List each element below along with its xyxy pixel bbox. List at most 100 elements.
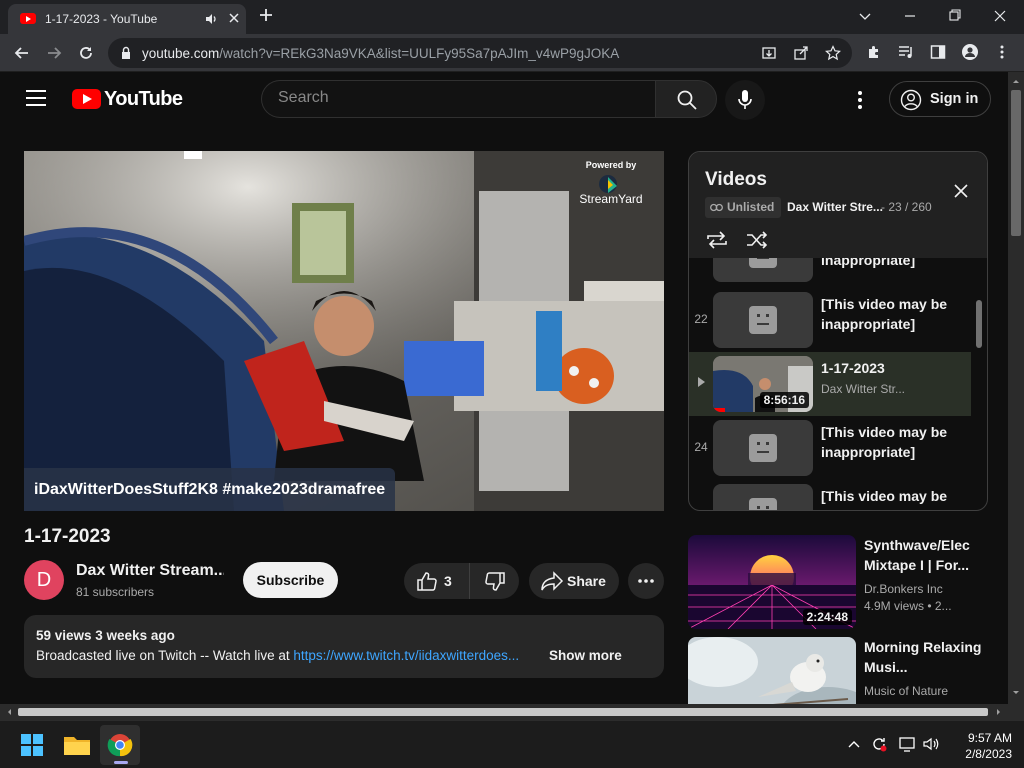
- side-panel-icon[interactable]: [930, 44, 946, 60]
- playlist-item[interactable]: 24 [This video may be inappropriate]: [689, 416, 971, 480]
- horizontal-scroll-thumb[interactable]: [18, 708, 988, 716]
- browser-tab[interactable]: 1-17-2023 - YouTube: [8, 4, 246, 34]
- playlist-item[interactable]: 21 inappropriate]: [689, 258, 971, 286]
- hamburger-menu-icon[interactable]: [26, 90, 46, 106]
- playlist-item-thumbnail: 8:56:16: [713, 356, 813, 412]
- unlisted-badge: Unlisted: [705, 197, 782, 218]
- thumbs-up-icon: [417, 572, 437, 591]
- more-actions-button[interactable]: [628, 563, 664, 599]
- channel-avatar[interactable]: D: [24, 560, 64, 600]
- playlist-item-thumbnail: [713, 420, 813, 476]
- thumbs-down-icon: [485, 572, 505, 591]
- sign-in-button[interactable]: Sign in: [889, 81, 991, 117]
- share-page-icon[interactable]: [793, 45, 809, 61]
- playlist-item-title: [This video may be inappropriate]: [821, 424, 948, 460]
- recommended-video[interactable]: 2:24:48 Synthwave/Elec Mixtape I | For..…: [688, 535, 988, 631]
- start-windows-icon[interactable]: [12, 725, 52, 765]
- recommended-video-thumbnail[interactable]: 2:24:48: [688, 535, 856, 629]
- playlist-close-icon[interactable]: [953, 183, 969, 199]
- search-box[interactable]: [261, 80, 655, 118]
- share-button[interactable]: Share: [529, 563, 619, 599]
- new-tab-icon[interactable]: [258, 7, 274, 23]
- youtube-favicon-icon: [20, 13, 36, 24]
- volume-icon[interactable]: [922, 735, 940, 753]
- sign-in-label: Sign in: [930, 91, 979, 107]
- sync-alert-icon[interactable]: [870, 735, 888, 753]
- show-more-button[interactable]: Show more: [549, 648, 622, 663]
- bookmark-star-icon[interactable]: [825, 45, 841, 61]
- show-hidden-icons-chevron-icon[interactable]: [846, 737, 862, 751]
- account-icon: [900, 89, 922, 111]
- file-explorer-icon[interactable]: [57, 725, 97, 765]
- tab-title: 1-17-2023 - YouTube: [45, 12, 158, 26]
- playlist-item-current[interactable]: 8:56:16 1-17-2023 Dax Witter Str...: [689, 352, 971, 416]
- forward-icon[interactable]: [44, 43, 64, 63]
- search-input[interactable]: [278, 89, 638, 107]
- scroll-left-icon[interactable]: [2, 704, 16, 720]
- recommended-video-duration: 2:24:48: [802, 609, 852, 625]
- settings-kebab-icon[interactable]: [850, 88, 870, 112]
- playlist-title[interactable]: Videos: [705, 169, 767, 191]
- playlist-item-title: [This video may be inappropriate]: [821, 296, 948, 332]
- vertical-scroll-thumb[interactable]: [1011, 90, 1021, 236]
- browser-menu-icon[interactable]: [994, 44, 1010, 60]
- tab-audio-icon[interactable]: [204, 12, 218, 26]
- scroll-up-icon[interactable]: [1008, 74, 1024, 88]
- recommended-video-channel[interactable]: Dr.Bonkers Inc: [864, 582, 943, 596]
- playlist-item-channel: Dax Witter Str...: [821, 382, 906, 396]
- recommended-video-title[interactable]: Morning Relaxing Musi...: [864, 637, 984, 677]
- page-vertical-scrollbar[interactable]: [1008, 72, 1024, 704]
- now-playing-icon: [689, 376, 713, 388]
- scroll-right-icon[interactable]: [992, 704, 1006, 720]
- playlist-item-duration: 8:56:16: [759, 392, 809, 408]
- playlist-scrollbar[interactable]: [976, 300, 982, 348]
- shuffle-icon[interactable]: [745, 230, 769, 250]
- lock-icon[interactable]: [120, 46, 132, 60]
- chrome-taskbar-icon[interactable]: [100, 725, 140, 765]
- restore-icon[interactable]: [945, 5, 965, 27]
- media-control-icon[interactable]: [898, 44, 914, 60]
- search-button[interactable]: [655, 80, 717, 118]
- dislike-button[interactable]: [470, 563, 519, 599]
- video-player[interactable]: Powered by StreamYard iDaxWitterDoesStuf…: [24, 151, 664, 511]
- playlist-panel: Videos Unlisted Dax Witter Stre... - 23 …: [688, 151, 988, 511]
- extensions-icon[interactable]: [866, 44, 882, 60]
- browser-toolbar: youtube.com/watch?v=REkG3Na9VKA&list=UUL…: [0, 34, 1024, 72]
- page-horizontal-scrollbar[interactable]: [0, 704, 1008, 720]
- playlist-item-thumbnail: [713, 484, 813, 510]
- channel-name[interactable]: Dax Witter Stream...: [76, 562, 224, 580]
- display-icon[interactable]: [898, 735, 916, 753]
- subscriber-count: 81 subscribers: [76, 585, 155, 599]
- recommended-video-channel[interactable]: Music of Nature: [864, 684, 948, 698]
- profile-icon[interactable]: [962, 44, 978, 60]
- playlist-item[interactable]: [This video may be: [689, 480, 971, 510]
- system-clock[interactable]: 9:57 AM 2/8/2023: [952, 730, 1012, 762]
- minimize-icon[interactable]: [900, 5, 920, 27]
- voice-search-button[interactable]: [725, 80, 765, 120]
- more-horizontal-icon: [638, 579, 654, 583]
- playlist-item-title: [This video may be: [821, 488, 948, 504]
- description-box[interactable]: 59 views 3 weeks ago Broadcasted live on…: [24, 615, 664, 678]
- scroll-down-icon[interactable]: [1008, 686, 1024, 700]
- address-bar[interactable]: youtube.com/watch?v=REkG3Na9VKA&list=UUL…: [108, 38, 852, 68]
- scrollbar-corner: [1008, 704, 1024, 720]
- playlist-item-title: inappropriate]: [821, 258, 916, 268]
- recommended-video-title[interactable]: Synthwave/Elec Mixtape I | For...: [864, 535, 984, 575]
- stream-overlay-caption: iDaxWitterDoesStuff2K8 #make2023dramafre…: [24, 468, 396, 511]
- install-app-icon[interactable]: [761, 45, 777, 61]
- share-arrow-icon: [541, 571, 564, 591]
- twitch-link[interactable]: https://www.twitch.tv/iidaxwitterdoes...: [293, 648, 519, 663]
- loop-icon[interactable]: [705, 230, 729, 250]
- playlist-position: - 23 / 260: [881, 200, 932, 214]
- reload-icon[interactable]: [76, 43, 96, 63]
- share-label: Share: [567, 573, 606, 589]
- tab-search-chevron-icon[interactable]: [855, 5, 875, 27]
- close-window-icon[interactable]: [990, 5, 1010, 27]
- playlist-owner[interactable]: Dax Witter Stre...: [787, 200, 883, 214]
- playlist-item[interactable]: 22 [This video may be inappropriate]: [689, 288, 971, 352]
- like-button[interactable]: 3: [404, 563, 470, 599]
- back-icon[interactable]: [12, 43, 32, 63]
- subscribe-button[interactable]: Subscribe: [243, 562, 338, 598]
- powered-by-text: Powered by: [585, 160, 637, 170]
- tab-close-icon[interactable]: [228, 11, 240, 25]
